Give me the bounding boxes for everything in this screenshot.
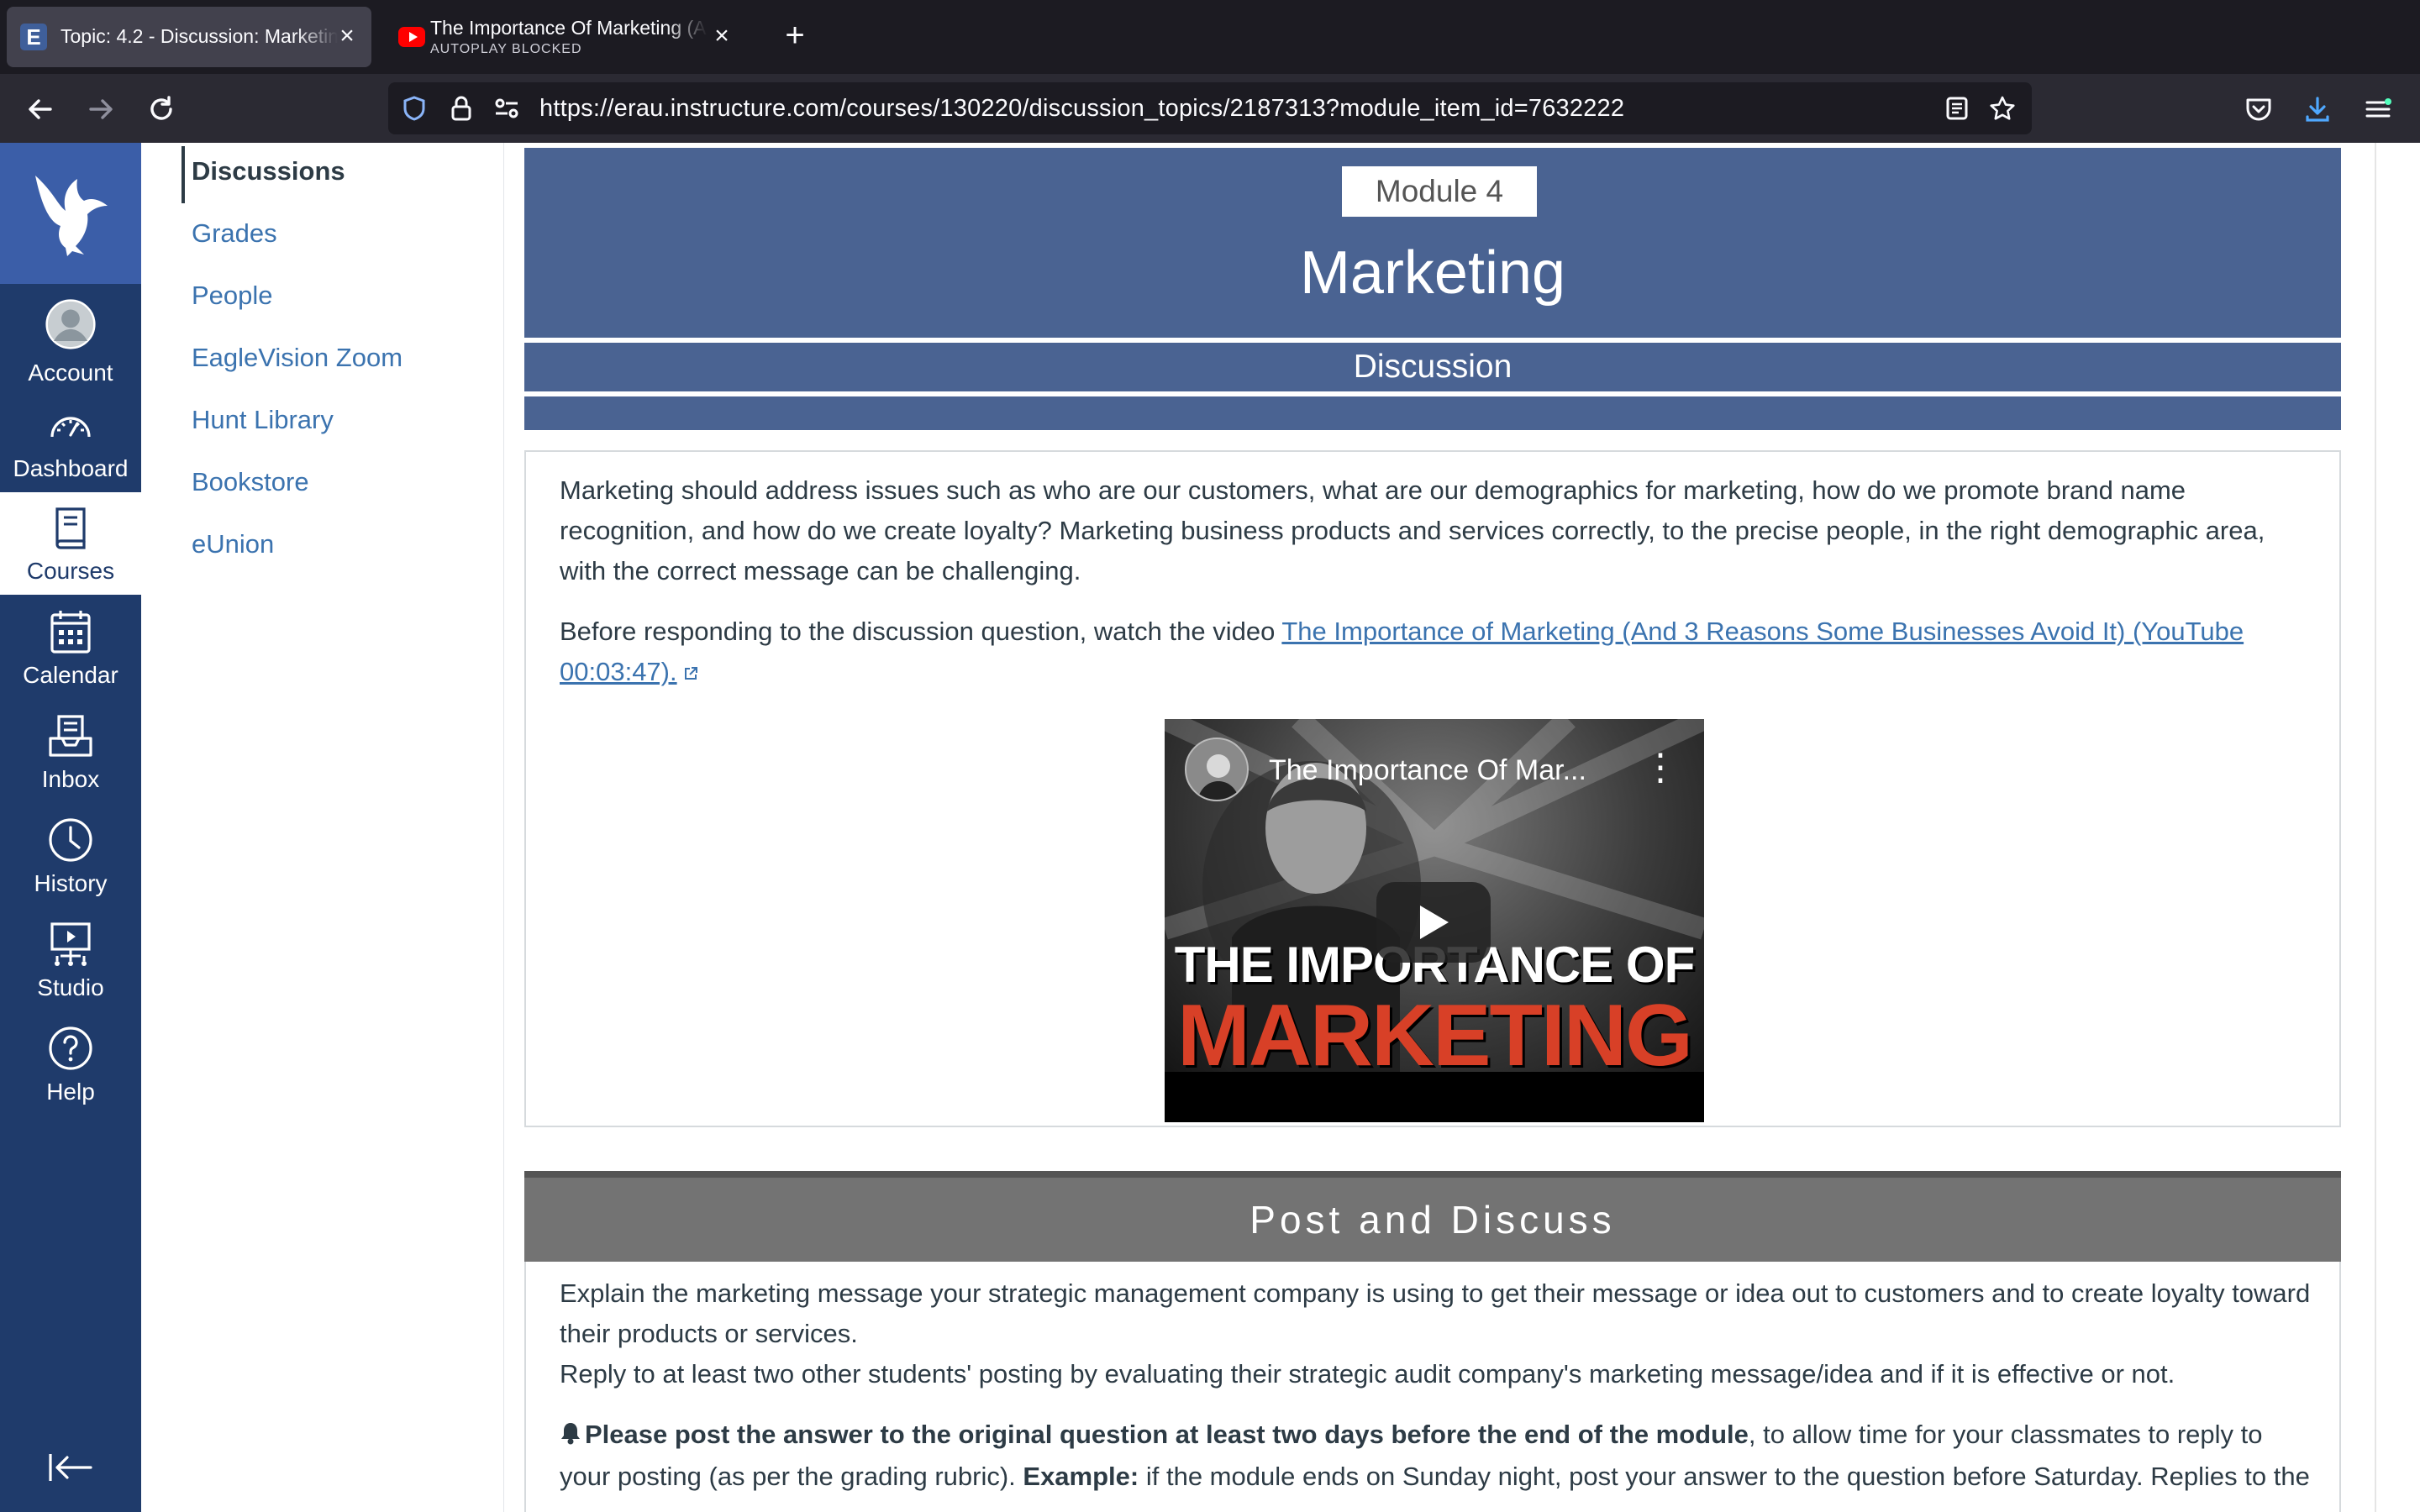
tracking-protection-shield-icon[interactable] [400,94,429,123]
pocket-icon[interactable] [2238,89,2279,129]
module-tag: Module 4 [1342,166,1537,217]
inbox-icon [45,711,96,761]
external-link-icon [682,654,699,694]
intro-paragraph: Marketing should address issues such as … [560,475,2265,585]
content-scroll-edge [2375,143,2376,1512]
deadline-emphasis: Please post the answer to the original q… [585,1420,1749,1449]
tab-title: Topic: 4.2 - Discussion: Marketing [60,25,338,47]
youtube-video-embed[interactable]: The Importance Of Mar... ⋮ THE IMPORTANC… [1165,719,1704,1122]
global-nav-label: Account [28,360,113,386]
global-nav-inbox[interactable]: Inbox [0,701,141,803]
global-nav-label: Courses [26,558,115,584]
global-nav-studio[interactable]: Studio [0,909,141,1011]
global-nav-account[interactable]: Account [0,287,141,390]
browser-tab-active[interactable]: E Topic: 4.2 - Discussion: Marketing × [7,7,371,67]
bookmark-star-icon[interactable] [1988,94,2017,123]
module-banner: Module 4 Marketing [524,148,2341,338]
tab-autoplay-status: AUTOPLAY BLOCKED [430,42,582,56]
forward-arrow-icon[interactable] [81,89,121,129]
canvas-favicon-icon: E [20,24,47,50]
lock-icon[interactable] [447,94,476,123]
discussion-subtitle-bar: Discussion [524,343,2341,391]
studio-icon [45,919,96,969]
reader-view-icon[interactable] [1943,94,1971,123]
global-nav-history[interactable]: History [0,805,141,907]
help-icon [45,1023,96,1074]
example-text: if the module ends on Sunday night, post… [1139,1462,2310,1491]
thumbnail-headline-accent: MARKETING [1177,987,1693,1084]
url-text[interactable]: https://erau.instructure.com/courses/130… [539,95,1624,123]
browser-toolbar: https://erau.instructure.com/courses/130… [0,74,2420,143]
history-icon [45,815,96,865]
post-and-discuss-header: Post and Discuss [524,1171,2341,1262]
global-nav-courses[interactable]: Courses [0,492,141,595]
global-nav-label: Calendar [23,662,118,688]
course-nav-grades[interactable]: Grades [192,218,277,249]
discussion-content: Module 4 Marketing Discussion Marketing … [504,143,2420,1512]
course-nav-hunt-library[interactable]: Hunt Library [192,405,334,435]
bell-icon [560,1416,581,1457]
reply-instruction-paragraph: Reply to at least two other students' po… [560,1359,2175,1389]
course-nav-eaglevision-zoom[interactable]: EagleVision Zoom [192,343,402,373]
tab-title: The Importance Of Marketing (And 3 Reaso… [430,17,708,39]
browser-tab-strip: E Topic: 4.2 - Discussion: Marketing × T… [0,0,2420,74]
reload-icon[interactable] [141,89,182,129]
site-permissions-icon[interactable] [492,94,521,123]
course-navigation: Discussions Grades People EagleVision Zo… [141,143,504,1512]
global-nav-calendar[interactable]: Calendar [0,596,141,699]
course-nav-bookstore[interactable]: Bookstore [192,467,309,497]
downloads-icon[interactable] [2297,89,2338,129]
new-tab-button[interactable]: + [775,17,815,57]
global-nav-label: Help [46,1079,95,1105]
global-nav-label: Dashboard [13,455,129,481]
collapse-nav-icon[interactable] [45,1446,96,1488]
course-nav-discussions[interactable]: Discussions [192,156,345,186]
global-nav-label: Studio [37,974,104,1000]
close-tab-icon[interactable]: × [711,24,733,49]
channel-avatar[interactable] [1185,738,1249,801]
course-nav-people[interactable]: People [192,281,273,311]
deadline-paragraph: Please post the answer to the original q… [560,1415,2316,1497]
more-options-icon[interactable]: ⋮ [1642,749,1679,793]
page-title: Marketing [1299,239,1566,307]
browser-tab-youtube[interactable]: The Importance Of Marketing (And 3 Reaso… [385,7,746,67]
address-bar[interactable]: https://erau.instructure.com/courses/130… [388,82,2032,134]
app-menu-icon[interactable] [2358,89,2398,129]
prompt-paragraph: Explain the marketing message your strat… [560,1278,2311,1348]
courses-icon [45,502,96,553]
account-icon [45,299,96,349]
global-navigation: Account Dashboard Courses Calendar Inbox… [0,143,141,1512]
back-arrow-icon[interactable] [20,89,60,129]
close-tab-icon[interactable]: × [336,24,358,49]
video-instruction-text: Before responding to the discussion ques… [560,617,1282,646]
play-button-icon[interactable] [1376,882,1491,963]
global-nav-label: Inbox [41,766,100,792]
calendar-icon [45,606,96,657]
eagle-logo[interactable] [0,143,141,284]
video-instruction-paragraph: Before responding to the discussion ques… [560,612,2316,694]
global-nav-label: History [34,870,108,896]
global-nav-dashboard[interactable]: Dashboard [0,390,141,492]
course-nav-eunion[interactable]: eUnion [192,529,274,559]
example-label: Example: [1023,1462,1139,1491]
global-nav-help[interactable]: Help [0,1013,141,1116]
banner-divider [524,396,2341,430]
dashboard-icon [45,400,96,450]
video-title[interactable]: The Importance Of Mar... [1269,754,1586,787]
active-indicator [182,146,185,203]
youtube-icon [398,27,425,47]
intro-panel: Marketing should address issues such as … [524,450,2341,1127]
post-and-discuss-panel: Explain the marketing message your strat… [524,1262,2341,1512]
